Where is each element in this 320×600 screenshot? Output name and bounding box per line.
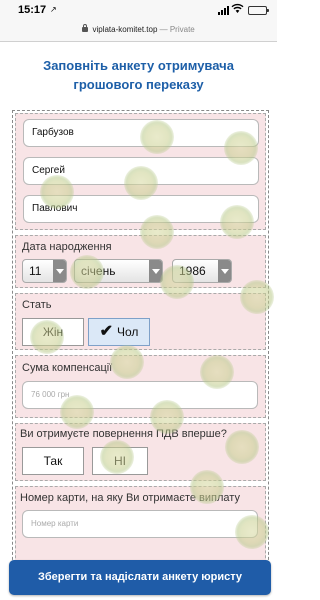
status-bar: 15:17 ↗ (0, 0, 277, 20)
vat-question-label: Ви отримуєте повернення ПДВ вперше? (20, 428, 227, 440)
vat-section: Ви отримуєте повернення ПДВ вперше? Так … (15, 423, 266, 481)
page-title: Заповніть анкету отримувача грошового пе… (4, 56, 273, 94)
card-number-input[interactable]: Номер карти (22, 510, 258, 538)
dob-section: Дата народження 11 січень 1986 (15, 235, 266, 288)
last-name-field[interactable]: Гарбузов (23, 119, 259, 147)
address-bar[interactable]: viplata-komitet.top — Private (0, 20, 277, 42)
dob-label: Дата народження (22, 241, 112, 253)
dob-month-value: січень (81, 264, 116, 278)
name-section: Гарбузов Сергей Павлович (15, 113, 266, 230)
compensation-section: Сума компенсації 76 000 грн (15, 355, 266, 418)
page-content: Заповніть анкету отримувача грошового пе… (4, 42, 273, 600)
lock-icon (82, 24, 89, 32)
url-text: viplata-komitet.top (92, 25, 158, 34)
chevron-down-icon (53, 260, 66, 282)
dob-month-select[interactable]: січень (74, 259, 163, 283)
dob-day-select[interactable]: 11 (22, 259, 67, 283)
application-form: Гарбузов Сергей Павлович Дата народження… (12, 110, 269, 590)
gender-section: Стать Жін ✔ Чол (15, 293, 266, 350)
compensation-value: 76 000 грн (31, 390, 70, 399)
page-title-line1: Заповніть анкету отримувача (43, 58, 234, 73)
location-arrow-icon: ↗ (50, 5, 57, 14)
chevron-down-icon (218, 260, 231, 282)
card-placeholder: Номер карти (31, 519, 79, 528)
page-title-line2: грошового переказу (73, 77, 204, 92)
wifi-icon (231, 3, 244, 13)
battery-icon (248, 6, 269, 15)
private-mode-label: — Private (159, 25, 195, 34)
gender-male-button[interactable]: ✔ Чол (88, 318, 150, 346)
gender-label: Стать (22, 299, 52, 311)
dob-year-value: 1986 (179, 264, 206, 278)
card-label: Номер карти, на яку Ви отримаєте виплату (20, 492, 240, 504)
chevron-down-icon (149, 260, 162, 282)
compensation-label: Сума компенсації (22, 362, 113, 374)
first-name-field[interactable]: Сергей (23, 157, 259, 185)
gender-male-label: Чол (116, 325, 139, 339)
dob-day-value: 11 (29, 264, 42, 278)
clock: 15:17 (18, 4, 47, 16)
compensation-field: 76 000 грн (22, 381, 258, 409)
gender-female-button[interactable]: Жін (22, 318, 84, 346)
vat-no-button[interactable]: НІ (92, 447, 148, 475)
middle-name-field[interactable]: Павлович (23, 195, 259, 223)
checkmark-icon: ✔ (99, 323, 113, 340)
submit-button[interactable]: Зберегти та надіслати анкету юристу (9, 560, 271, 595)
dob-year-select[interactable]: 1986 (172, 259, 232, 283)
signal-icon (218, 6, 229, 15)
vat-yes-button[interactable]: Так (22, 447, 84, 475)
